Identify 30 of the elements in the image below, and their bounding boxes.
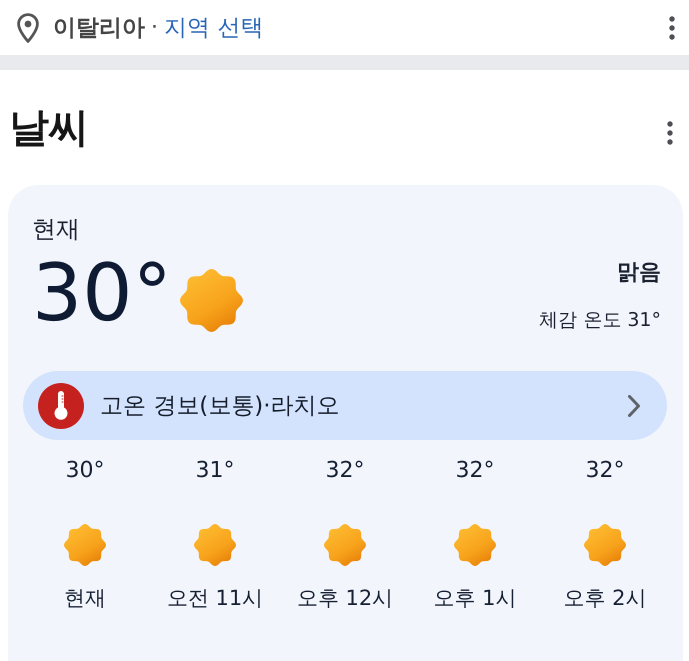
heat-alert-button[interactable]: 고온 경보(보통)·라치오 <box>23 371 667 440</box>
hourly-temperature: 31° <box>196 457 234 485</box>
current-temperature: 30° <box>32 251 172 335</box>
hourly-time: 오후 2시 <box>563 585 647 612</box>
separator: · <box>151 15 158 40</box>
more-options-icon[interactable] <box>667 120 673 144</box>
hourly-time: 오후 1시 <box>433 585 517 612</box>
location-name: 이탈리아 <box>53 14 145 43</box>
sun-icon <box>64 524 106 566</box>
hourly-temperature: 32° <box>586 457 624 485</box>
section-title: 날씨 <box>9 104 89 153</box>
thermometer-icon <box>38 382 84 428</box>
hourly-time: 오후 12시 <box>296 585 394 612</box>
hourly-temperature: 30° <box>66 457 104 485</box>
sun-icon <box>324 524 366 566</box>
more-options-icon[interactable] <box>669 16 675 40</box>
region-select-link[interactable]: 지역 선택 <box>164 12 264 43</box>
chevron-right-icon <box>627 394 641 418</box>
hourly-temperature: 32° <box>326 457 364 485</box>
sun-icon <box>194 524 236 566</box>
hourly-time: 오전 11시 <box>166 585 264 612</box>
hourly-time: 현재 <box>64 585 106 612</box>
hourly-temperature: 32° <box>456 457 494 485</box>
sun-icon <box>584 524 626 566</box>
sun-icon <box>454 524 496 566</box>
condition-text: 맑음 <box>617 259 661 287</box>
feels-like-text: 체감 온도 31° <box>539 308 661 333</box>
current-label: 현재 <box>32 214 80 245</box>
location-pin-icon <box>17 12 39 42</box>
sun-icon <box>180 269 244 332</box>
